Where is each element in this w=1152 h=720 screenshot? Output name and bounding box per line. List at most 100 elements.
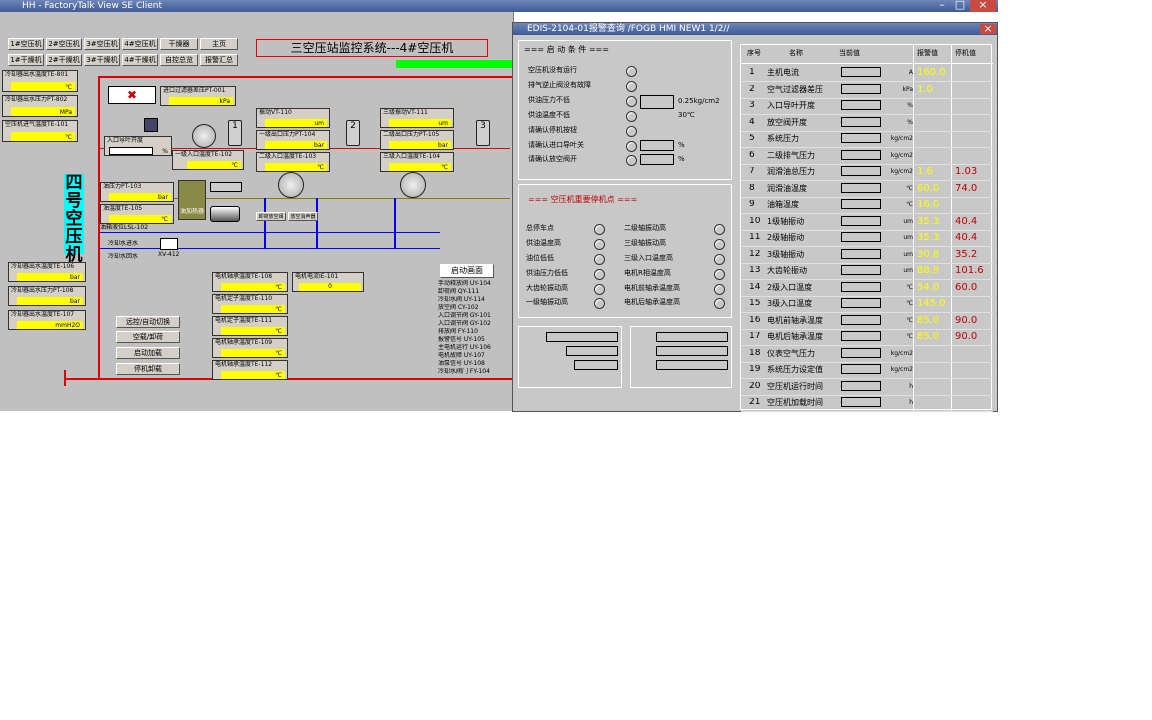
block2-pressure-tag: 一级出口压力PT-104 bar [256,130,330,150]
xv-valve-icon[interactable] [160,238,178,250]
start-cond-label-1: 空压机没有运行 [528,66,577,74]
row-unit: kg/cm2 [890,151,913,159]
row-no: 4 [749,117,755,127]
row-alarm: 145.0 [917,298,946,309]
inlet-valve-icon[interactable] [144,118,158,132]
row-name: 油箱温度 [767,200,799,209]
oil-heater-label: 油加热器 [179,208,204,215]
nav-button-7[interactable]: 1#干燥机 [8,54,44,66]
row-current-value [841,248,881,259]
start-cond-led-6 [626,141,637,152]
row-no: 10 [749,216,761,226]
row-name: 系统压力设定值 [767,365,823,374]
nav-button-6[interactable]: 主页 [200,38,238,50]
row-current-value [841,397,881,407]
bearing-tag-1: 电机轴承温度TE-108 ℃ [212,272,288,292]
row-name: 仪表空气压力 [767,348,815,358]
trip-right-6: 电机后轴承温度高 [624,298,680,306]
row-unit: ℃ [906,333,913,340]
start-cond-label-5: 请确认停机按钮 [528,126,577,134]
left-bottom-tag-1: 冷却器出水温度TE-106 bar [8,262,86,282]
start-load-button[interactable]: 启动加载 [116,347,180,359]
nav-button-12[interactable]: 报警汇总 [200,54,238,66]
row-name: 3级入口温度 [767,299,813,308]
row-unit: ℃ [906,184,913,192]
trip-right-1: 二级轴振动高 [624,224,666,232]
small-tag-2: 冷却水回水 [108,253,139,260]
stage1-cooler [192,124,216,148]
nav-button-9[interactable]: 3#干燥机 [84,54,120,66]
start-cond-led-1 [626,66,637,77]
minimize-icon[interactable]: – [934,0,950,12]
row-trip: 101.6 [955,265,984,276]
row-alarm: 160.0 [917,67,946,78]
stage2-cooler [278,172,304,198]
row-no: 18 [749,348,761,358]
row-alarm: 35.3 [917,232,940,243]
stop-unload-button[interactable]: 停机卸载 [116,363,180,375]
row-unit: % [907,102,913,109]
inlet-valve-tag: 入口导叶开度 % [104,136,172,156]
pipe-label-2: 放空消声器 [288,212,318,221]
table-row: 20 空压机运行时间 h [741,379,993,396]
close-icon[interactable]: × [970,0,996,12]
start-screen-button[interactable]: 启动画面 [440,264,494,278]
nav-button-5[interactable]: 干燥器 [160,38,198,50]
table-header-alarm: 报警值 [917,49,938,57]
row-name: 电机前轴承温度 [767,315,823,325]
bearing-tag-2: 电机定子温度TE-110 ℃ [212,294,288,314]
bearing-tag-4: 电机轴承温度TE-109 ℃ [212,338,288,358]
row-current-value [841,215,881,226]
start-cond-led-7 [626,155,637,166]
row-unit: A [908,69,913,76]
row-name: 空压机运行时间 [767,381,823,391]
row-no: 9 [749,200,755,209]
trip-left-led-3 [594,254,605,265]
popup-close-icon[interactable]: × [980,23,996,34]
row-unit: kPa [902,85,914,93]
maximize-icon[interactable]: □ [952,0,968,12]
table-row: 17 电机后轴承温度 ℃ 85.0 90.0 [741,329,993,346]
start-cond-led-4 [626,111,637,122]
row-name: 2级轴振动 [767,233,805,242]
trip-right-4: 电机R相温度高 [624,269,671,277]
stage-2-compressor: 2 [346,120,360,146]
row-alarm: 88.9 [917,265,940,276]
row-name: 2级入口温度 [767,282,813,292]
block2-temp-tag: 二级入口温度TE-103 ℃ [256,152,330,172]
nav-button-10[interactable]: 4#干燥机 [122,54,158,66]
block3-temp-tag: 三级入口温度TE-104 ℃ [380,152,454,172]
row-name: 主机电流 [767,68,799,77]
nav-button-1[interactable]: 1#空压机 [8,38,44,50]
start-cond-label-3: 供油压力不低 [528,96,570,104]
row-current-value [841,314,881,325]
table-row: 3 入口导叶开度% [741,98,993,115]
trip-left-led-6 [594,298,605,309]
row-unit: um [903,250,913,258]
table-row: 7 润滑油总压力 kg/cm2 1.6 1.03 [741,164,993,181]
trip-points-title: === 空压机重要停机点 === [528,195,638,204]
trip-right-led-5 [714,284,725,295]
row-no: 20 [749,381,761,391]
table-row: 9 油箱温度 ℃ 16.0 [741,197,993,214]
start-cond-led-3 [626,96,637,107]
row-unit: um [903,267,913,274]
nav-button-3[interactable]: 3#空压机 [84,38,120,50]
trip-right-led-4 [714,269,725,280]
table-row: 21 空压机加载时间 h [741,395,993,412]
trip-right-led-1 [714,224,725,235]
row-alarm: 16.0 [917,199,940,210]
row-current-value [841,100,881,110]
nav-button-2[interactable]: 2#空压机 [46,38,82,50]
unload-button[interactable]: 空载/卸荷 [116,331,180,343]
nav-button-8[interactable]: 2#干燥机 [46,54,82,66]
remote-auto-button[interactable]: 远控/自动切换 [116,316,180,328]
motor-current-tag: 电机电流IE-101 0 [292,272,364,292]
start-cond-label-2: 排气逆止阀没有故障 [528,81,591,89]
nav-button-4[interactable]: 4#空压机 [122,38,158,50]
trip-right-5: 电机前轴承温度高 [624,284,680,292]
row-unit: % [907,118,913,126]
row-no: 14 [749,282,761,292]
nav-button-11[interactable]: 自控总览 [160,54,198,66]
table-row: 18 仪表空气压力 kg/cm2 [741,346,993,363]
